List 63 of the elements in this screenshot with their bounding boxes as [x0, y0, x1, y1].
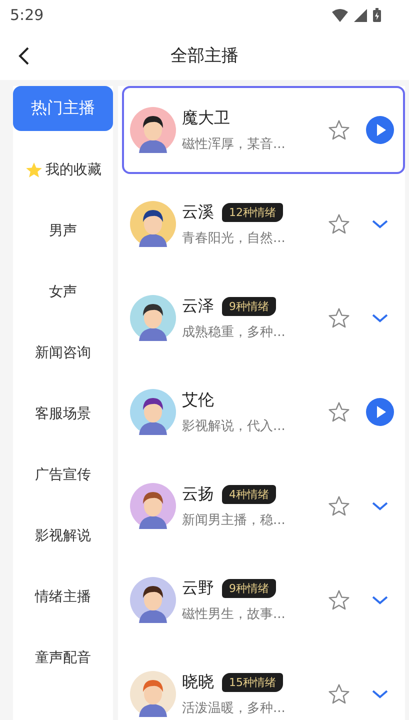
voice-description: 活泼温暖，多种...	[182, 700, 286, 716]
play-button[interactable]	[365, 115, 395, 145]
chevron-down-icon[interactable]	[371, 312, 389, 324]
favorite-button[interactable]	[327, 118, 351, 142]
chevron-down-icon[interactable]	[371, 688, 389, 700]
emotion-badge: 9种情绪	[222, 296, 276, 316]
star-icon	[24, 160, 42, 178]
voice-name: 云泽	[182, 296, 214, 316]
emotion-badge: 4种情绪	[222, 484, 276, 504]
voice-name: 云溪	[182, 202, 214, 222]
voice-name: 艾伦	[182, 390, 214, 410]
favorite-button[interactable]	[327, 494, 351, 518]
category-tab[interactable]: 新闻咨询	[13, 330, 113, 375]
category-tab[interactable]: 热门主播	[13, 86, 113, 131]
favorite-button[interactable]	[327, 400, 351, 424]
chevron-down-icon[interactable]	[371, 500, 389, 512]
voice-description: 磁性男生，故事...	[182, 606, 286, 622]
signal-icon	[354, 8, 367, 22]
voice-name: 晓晓	[182, 672, 214, 692]
category-tab[interactable]: 童声配音	[13, 635, 113, 680]
avatar-icon	[130, 389, 176, 435]
avatar-icon	[130, 201, 176, 247]
chevron-down-icon[interactable]	[371, 218, 389, 230]
voice-card[interactable]: 晓晓 15种情绪 活泼温暖，多种...	[122, 650, 405, 720]
favorite-button[interactable]	[327, 588, 351, 612]
category-tab[interactable]: 女声	[13, 269, 113, 314]
voice-description: 磁性浑厚，某音...	[182, 136, 286, 152]
emotion-badge: 9种情绪	[222, 578, 276, 598]
voice-name: 云扬	[182, 484, 214, 504]
voice-description: 新闻男主播，稳...	[182, 512, 286, 528]
category-tab[interactable]: 广告宣传	[13, 452, 113, 497]
status-time: 5:29	[10, 6, 44, 24]
favorite-button[interactable]	[327, 212, 351, 236]
favorite-button[interactable]	[327, 306, 351, 330]
category-tab[interactable]: 影视解说	[13, 513, 113, 558]
voice-card[interactable]: 云野 9种情绪 磁性男生，故事...	[122, 556, 405, 644]
voice-description: 影视解说，代入...	[182, 418, 286, 434]
voice-name: 魔大卫	[182, 108, 230, 128]
category-tab[interactable]: 情绪主播	[13, 574, 113, 619]
voice-card[interactable]: 魔大卫 磁性浑厚，某音...	[122, 86, 405, 174]
battery-icon	[373, 8, 381, 22]
voice-card[interactable]: 云溪 12种情绪 青春阳光，自然...	[122, 180, 405, 268]
voice-name: 云野	[182, 578, 214, 598]
voice-card[interactable]: 云扬 4种情绪 新闻男主播，稳...	[122, 462, 405, 550]
avatar-icon	[130, 577, 176, 623]
wifi-icon	[332, 8, 348, 22]
voice-description: 青春阳光，自然...	[182, 230, 286, 246]
voice-description: 成熟稳重，多种...	[182, 324, 286, 340]
avatar-icon	[130, 483, 176, 529]
page-title: 全部主播	[170, 44, 238, 66]
category-tab[interactable]: 我的收藏	[13, 147, 113, 192]
favorite-button[interactable]	[327, 682, 351, 706]
avatar-icon	[130, 107, 176, 153]
category-tab[interactable]: 男声	[13, 208, 113, 253]
avatar-icon	[130, 671, 176, 717]
play-button[interactable]	[365, 397, 395, 427]
emotion-badge: 12种情绪	[222, 202, 283, 222]
chevron-down-icon[interactable]	[371, 594, 389, 606]
emotion-badge: 15种情绪	[222, 672, 283, 692]
voice-card[interactable]: 艾伦 影视解说，代入...	[122, 368, 405, 456]
avatar-icon	[130, 295, 176, 341]
category-tab[interactable]: 客服场景	[13, 391, 113, 436]
voice-card[interactable]: 云泽 9种情绪 成熟稳重，多种...	[122, 274, 405, 362]
